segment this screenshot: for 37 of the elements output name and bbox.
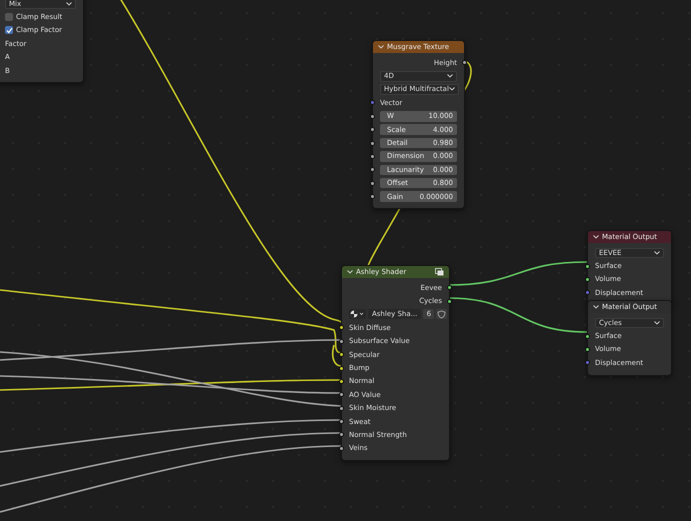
socket[interactable] [585,346,590,352]
socket[interactable] [585,276,590,282]
collapse-chevron-icon[interactable] [654,250,660,255]
socket[interactable] [447,298,452,304]
socket[interactable] [370,194,375,200]
node-group-icon[interactable] [435,268,444,276]
socket[interactable] [339,432,344,438]
socket[interactable] [339,366,344,371]
fake-user-shield-icon[interactable] [436,309,448,320]
socket[interactable] [370,114,375,119]
socket[interactable] [339,378,344,384]
socket[interactable] [447,285,452,290]
socket[interactable] [370,154,375,159]
socket[interactable] [339,419,344,424]
checkbox[interactable] [5,26,13,34]
socket[interactable] [339,338,344,344]
socket[interactable] [339,392,344,398]
collapse-chevron-icon[interactable] [654,320,660,325]
socket[interactable] [370,127,375,132]
collapse-chevron-icon[interactable] [447,74,453,78]
checkbox[interactable] [5,13,13,22]
socket[interactable] [370,140,375,146]
collapse-chevron-icon[interactable] [593,235,599,239]
socket[interactable] [339,406,344,411]
socket[interactable] [585,334,590,339]
socket[interactable] [462,60,467,66]
collapse-chevron-icon[interactable] [378,45,384,49]
socket[interactable] [339,325,344,330]
socket[interactable] [585,264,590,269]
socket[interactable] [339,352,344,358]
collapse-chevron-icon[interactable] [593,305,599,309]
collapse-chevron-icon[interactable] [448,87,455,92]
socket[interactable] [339,446,344,451]
socket[interactable] [370,167,375,172]
collapse-chevron-icon[interactable] [347,270,353,274]
socket[interactable] [370,180,375,186]
collapse-chevron-icon[interactable] [66,2,72,6]
